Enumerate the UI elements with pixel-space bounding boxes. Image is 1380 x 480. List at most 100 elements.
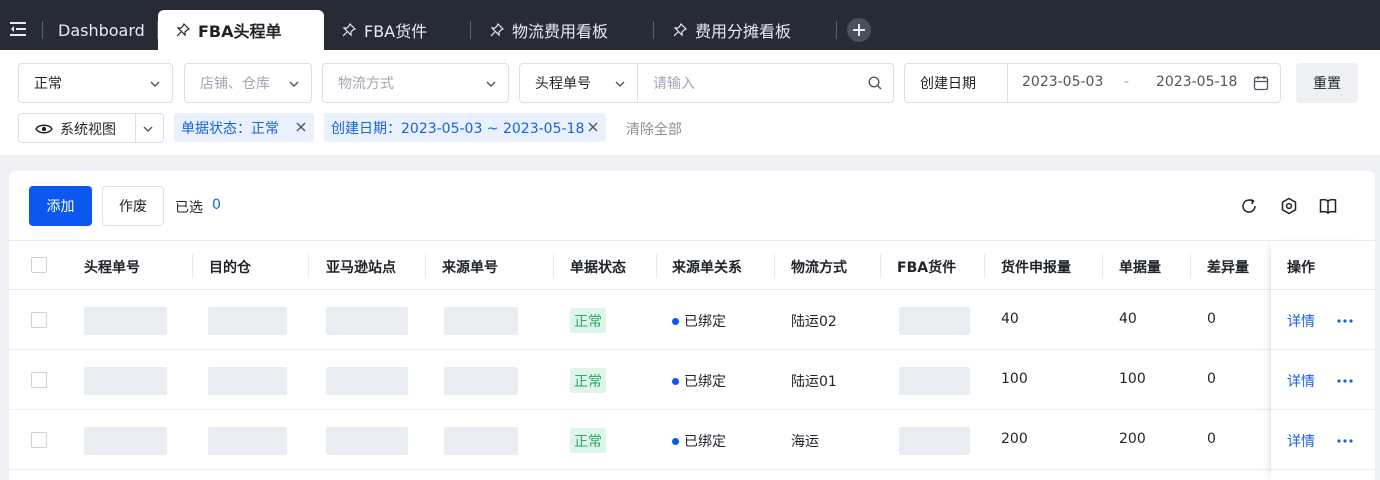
content-card: 添加 作废 已选 0 头程单号 目的仓 亚马逊站点 来源单号 单据状态 来源单关… (9, 171, 1375, 480)
column-header[interactable]: 目的仓 (209, 257, 251, 277)
placeholder-cell (899, 367, 970, 395)
status-dot (672, 438, 679, 445)
placeholder-cell (208, 427, 287, 455)
book-icon[interactable] (1319, 197, 1337, 215)
relation-cell: 已绑定 (684, 434, 726, 450)
column-header[interactable]: 亚马逊站点 (326, 257, 396, 277)
logistics-method-placeholder: 物流方式 (338, 76, 394, 92)
more-icon[interactable] (1337, 319, 1353, 323)
tab-separator (836, 21, 837, 39)
tab-fba-shipment-order[interactable]: FBA头程单 (158, 10, 324, 50)
column-separator[interactable] (192, 254, 193, 278)
pin-icon[interactable] (176, 23, 190, 37)
search-group: 头程单号 请输入 (519, 63, 894, 103)
column-header[interactable]: FBA货件 (897, 257, 956, 277)
divider (135, 114, 136, 142)
column-separator[interactable] (880, 254, 881, 278)
store-warehouse-select[interactable]: 店铺、仓库 (184, 63, 312, 103)
pin-icon[interactable] (673, 23, 687, 37)
column-header[interactable]: 来源单关系 (672, 257, 742, 277)
status-select[interactable]: 正常 (18, 63, 173, 103)
row-checkbox[interactable] (31, 312, 47, 328)
void-button[interactable]: 作废 (102, 186, 164, 226)
placeholder-cell (208, 367, 287, 395)
chevron-down-icon[interactable] (143, 126, 153, 132)
row-checkbox[interactable] (31, 432, 47, 448)
tab-dashboard[interactable]: Dashboard (58, 10, 145, 50)
placeholder-cell (84, 367, 167, 395)
add-button[interactable]: 添加 (29, 186, 92, 226)
detail-link[interactable]: 详情 (1287, 371, 1315, 391)
table-row: 正常 已绑定 海运 200 200 0 (9, 410, 1375, 470)
logistics-method-select[interactable]: 物流方式 (322, 63, 509, 103)
tab-logistics-cost-board[interactable]: 物流费用看板 (490, 10, 608, 50)
operations-cell: 详情 (1271, 350, 1375, 410)
placeholder-cell (84, 307, 167, 335)
detail-link[interactable]: 详情 (1287, 311, 1315, 331)
close-icon[interactable] (296, 122, 306, 132)
tab-label: 费用分摊看板 (695, 22, 792, 41)
placeholder-cell (444, 307, 518, 335)
add-tab-button[interactable] (847, 18, 871, 42)
chip-label: 创建日期：2023-05-03 ~ 2023-05-18 (331, 120, 585, 137)
date-start-input[interactable]: 2023-05-03 (1022, 74, 1103, 90)
eye-icon (35, 124, 53, 134)
placeholder-cell (208, 307, 287, 335)
select-all-checkbox[interactable] (31, 257, 47, 273)
pin-icon[interactable] (342, 23, 356, 37)
diff-qty-cell: 0 (1207, 431, 1216, 447)
relation-cell: 已绑定 (684, 314, 726, 330)
placeholder-cell (899, 307, 970, 335)
chevron-down-icon[interactable] (615, 81, 625, 87)
search-icon[interactable] (868, 76, 882, 90)
column-separator[interactable] (1102, 254, 1103, 278)
calendar-icon[interactable] (1253, 75, 1269, 91)
column-separator[interactable] (308, 254, 309, 278)
filter-chip-date: 创建日期：2023-05-03 ~ 2023-05-18 (324, 113, 606, 142)
column-header[interactable]: 来源单号 (442, 257, 498, 277)
column-separator[interactable] (553, 254, 554, 278)
reset-button[interactable]: 重置 (1296, 63, 1358, 103)
close-icon[interactable] (588, 122, 598, 132)
pin-icon[interactable] (490, 23, 504, 37)
search-input[interactable]: 请输入 (638, 73, 695, 93)
column-header[interactable]: 单据量 (1119, 257, 1161, 277)
column-header[interactable]: 差异量 (1207, 257, 1249, 277)
more-icon[interactable] (1337, 379, 1353, 383)
detail-link[interactable]: 详情 (1287, 431, 1315, 451)
clear-all-link[interactable]: 清除全部 (626, 119, 682, 139)
placeholder-cell (326, 367, 408, 395)
chip-label: 单据状态：正常 (181, 120, 279, 137)
column-header: 操作 (1287, 260, 1315, 276)
row-checkbox[interactable] (31, 372, 47, 388)
tab-fba-shipments[interactable]: FBA货件 (342, 10, 427, 50)
search-field-select[interactable]: 头程单号 (520, 73, 591, 93)
column-separator[interactable] (656, 254, 657, 278)
tab-label: Dashboard (58, 20, 145, 40)
menu-collapse-icon[interactable] (10, 21, 28, 37)
refresh-icon[interactable] (1240, 197, 1258, 215)
date-field-label[interactable]: 创建日期 (905, 73, 976, 93)
relation-cell: 已绑定 (684, 374, 726, 390)
column-header[interactable]: 单据状态 (570, 257, 626, 277)
tab-bar: Dashboard FBA头程单 FBA货件 物流费用看板 费用分摊看板 (0, 0, 1380, 50)
column-separator[interactable] (425, 254, 426, 278)
column-separator[interactable] (1190, 254, 1191, 278)
date-end-input[interactable]: 2023-05-18 (1156, 74, 1237, 90)
settings-icon[interactable] (1280, 197, 1298, 215)
more-icon[interactable] (1337, 439, 1353, 443)
selected-count: 0 (212, 197, 221, 213)
column-separator[interactable] (774, 254, 775, 278)
status-badge: 正常 (570, 308, 606, 333)
column-separator[interactable] (984, 254, 985, 278)
placeholder-cell (326, 307, 408, 335)
table-row: 正常 已绑定 陆运01 100 100 0 (9, 350, 1375, 410)
column-header[interactable]: 货件申报量 (1001, 257, 1071, 277)
column-header[interactable]: 头程单号 (84, 257, 140, 277)
column-header[interactable]: 物流方式 (791, 257, 847, 277)
tab-cost-allocation-board[interactable]: 费用分摊看板 (673, 10, 791, 50)
operations-column: 操作 详情 详情 详情 (1271, 240, 1375, 480)
placeholder-cell (444, 367, 518, 395)
doc-qty-cell: 40 (1119, 311, 1137, 327)
system-view-select[interactable]: 系统视图 (18, 113, 164, 143)
